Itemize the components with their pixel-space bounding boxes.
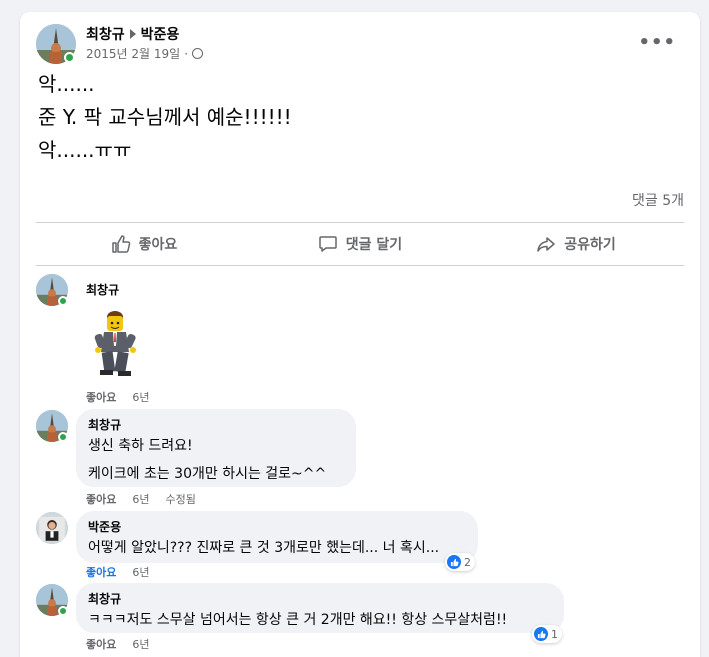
- commenter-avatar[interactable]: [36, 512, 68, 544]
- online-status-dot: [58, 296, 68, 306]
- meta-separator: ·: [184, 46, 189, 61]
- post-meta: 2015년 2월 19일 ·: [86, 45, 204, 62]
- reaction-number: 1: [551, 627, 558, 641]
- reaction-number: 2: [464, 555, 471, 569]
- globe-icon: [192, 48, 204, 59]
- comment-time[interactable]: 6년: [132, 389, 149, 405]
- share-button[interactable]: 공유하기: [468, 224, 684, 264]
- comment-label: 댓글 달기: [345, 237, 403, 253]
- like-label: 좋아요: [138, 237, 178, 253]
- target-name[interactable]: 박준용: [141, 24, 180, 44]
- comment-count[interactable]: 댓글 5개: [632, 190, 684, 210]
- post-line: 준 Y. 팍 교수님께서 예순!!!!!!: [38, 105, 292, 129]
- more-options-button[interactable]: •••: [638, 32, 676, 53]
- post-body: 악...... 준 Y. 팍 교수님께서 예순!!!!!! 악......ㅠㅠ: [38, 68, 292, 167]
- comment-like-button[interactable]: 좋아요: [86, 636, 116, 652]
- commenter-name[interactable]: 최창규: [88, 591, 552, 607]
- comment-time[interactable]: 6년: [132, 564, 149, 580]
- post-line: 악......ㅠㅠ: [38, 138, 132, 162]
- share-icon: [537, 237, 555, 252]
- comment-bubble: 최창규 ㅋㅋㅋ저도 스무살 넘어서는 항상 큰 거 2개만 해요!! 항상 스무…: [76, 583, 564, 633]
- commenter-name[interactable]: 최창규: [86, 282, 119, 298]
- share-label: 공유하기: [564, 237, 616, 253]
- arrow-right-icon: [129, 29, 136, 39]
- edited-label[interactable]: 수정됨: [166, 491, 196, 507]
- comment-like-button[interactable]: 좋아요: [86, 491, 116, 507]
- comment-meta: 좋아요 6년: [86, 564, 150, 580]
- comment-bubble: 최창규 생신 축하 드려요! 케이크에 초는 30개만 하시는 걸로~^^: [76, 409, 356, 487]
- divider: [36, 265, 684, 266]
- comment-like-button[interactable]: 좋아요: [86, 389, 116, 405]
- action-bar: 좋아요 댓글 달기 공유하기: [36, 224, 684, 264]
- divider: [36, 222, 684, 223]
- comment-icon: [319, 236, 337, 252]
- comment-time[interactable]: 6년: [132, 636, 149, 652]
- post-line: 악......: [38, 72, 95, 96]
- comment-text: 생신 축하 드려요!: [88, 438, 193, 454]
- reaction-count[interactable]: 1: [532, 625, 562, 643]
- thumbs-up-icon: [111, 235, 130, 253]
- comment-text: 어떻게 알았니??? 진짜로 큰 것 3개로만 했는데... 너 혹시...: [88, 540, 440, 556]
- comment-time[interactable]: 6년: [132, 491, 149, 507]
- like-reaction-icon: [447, 555, 461, 569]
- post-card: 최창규 박준용 2015년 2월 19일 · ••• 악...... 준 Y. …: [20, 12, 700, 657]
- comment-meta: 좋아요 6년: [86, 636, 150, 652]
- post-header: 최창규 박준용: [86, 24, 179, 44]
- reaction-count[interactable]: 2: [445, 553, 475, 571]
- commenter-name[interactable]: 최창규: [88, 417, 344, 433]
- comment-meta: 좋아요 6년 수정됨: [86, 491, 196, 507]
- commenter-name[interactable]: 박준용: [88, 519, 466, 535]
- comment-button[interactable]: 댓글 달기: [252, 224, 468, 264]
- comment-text: 케이크에 초는 30개만 하시는 걸로~^^: [88, 466, 327, 482]
- like-reaction-icon: [534, 627, 548, 641]
- online-status-dot: [64, 52, 75, 63]
- comment-like-button[interactable]: 좋아요: [86, 564, 116, 580]
- online-status-dot: [58, 606, 68, 616]
- author-name[interactable]: 최창규: [86, 24, 125, 44]
- lego-businessman-sticker: [90, 308, 140, 378]
- comment-text: ㅋㅋㅋ저도 스무살 넘어서는 항상 큰 거 2개만 해요!! 항상 스무살처럼!…: [88, 612, 508, 628]
- comment-meta: 좋아요 6년: [86, 389, 150, 405]
- post-date[interactable]: 2015년 2월 19일: [86, 45, 180, 62]
- like-button[interactable]: 좋아요: [36, 224, 252, 264]
- comment-bubble: 박준용 어떻게 알았니??? 진짜로 큰 것 3개로만 했는데... 너 혹시.…: [76, 511, 478, 563]
- online-status-dot: [58, 432, 68, 442]
